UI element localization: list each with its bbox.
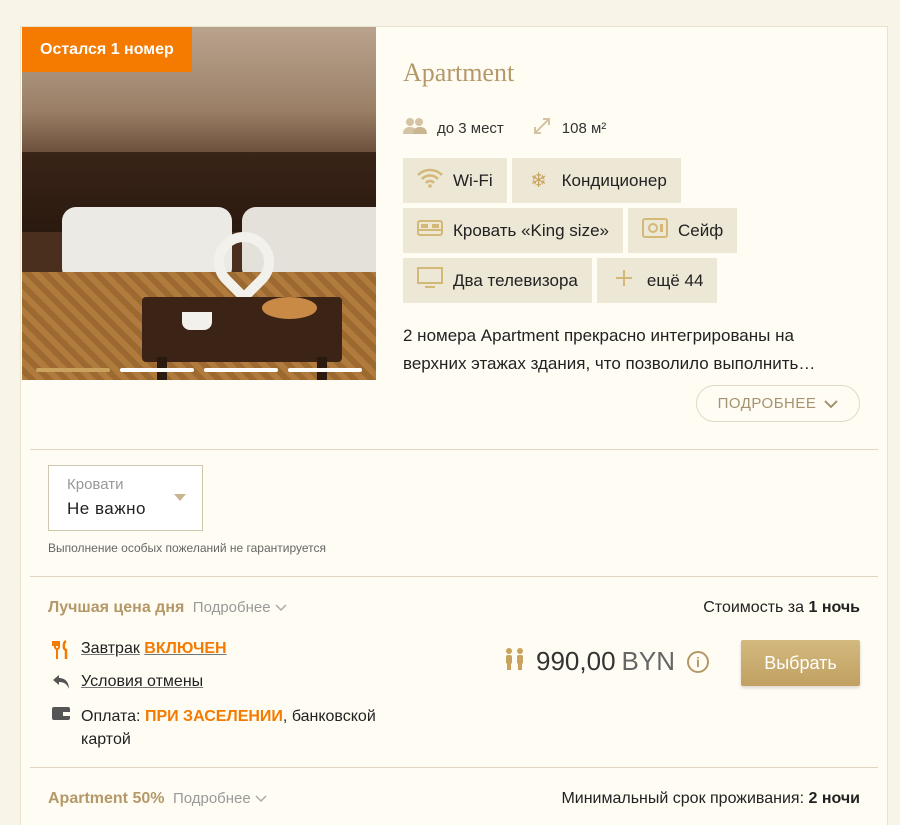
beds-select-label: Кровати [67, 476, 124, 493]
amenity-ac: ❄ Кондиционер [511, 158, 681, 203]
payment-condition: Оплата: ПРИ ЗАСЕЛЕНИИ, банковской картой [50, 705, 376, 751]
photo-cup [182, 312, 212, 330]
price-value: 990,00 [536, 646, 616, 676]
chevron-down-icon [824, 396, 839, 412]
select-button[interactable]: Выбрать [741, 640, 860, 686]
snowflake-icon: ❄ [530, 170, 548, 192]
special-requests-note: Выполнение особых пожеланий не гарантиру… [48, 541, 327, 555]
amenity-bed: Кровать «King size» [403, 208, 623, 253]
wallet-icon [50, 705, 72, 751]
rate-more-link-2[interactable]: Подробнее [173, 790, 267, 807]
amenity-safe: Сейф [628, 208, 738, 253]
room-description: 2 номера Apartment прекрасно интегрирова… [403, 326, 816, 373]
carousel-dot-2[interactable] [120, 368, 194, 372]
photo-croissant [262, 297, 317, 319]
room-capacity: до 3 мест [437, 120, 504, 137]
plus-icon [611, 268, 637, 294]
rate-name-2: Apartment 50% Подробнее [48, 790, 267, 808]
room-meta: до 3 мест 108 м² [403, 116, 606, 141]
room-area: 108 м² [561, 120, 607, 137]
bed-icon [417, 219, 443, 243]
divider [30, 767, 878, 768]
rate-more-link[interactable]: Подробнее [193, 599, 287, 616]
room-photo[interactable] [22, 27, 376, 380]
fork-knife-icon [50, 639, 72, 665]
amenities-row-2: Кровать «King size» Сейф [403, 208, 738, 253]
caret-down-icon [174, 494, 186, 501]
rooms-left-badge: Остался 1 номер [22, 27, 192, 72]
price-block: 990,00 BYN i [504, 646, 709, 677]
carousel-indicators [36, 368, 362, 372]
info-icon[interactable]: i [687, 650, 709, 673]
carousel-dot-1[interactable] [36, 368, 110, 372]
cancellation-condition: Условия отмены [50, 673, 203, 696]
amenities-row-1: Wi-Fi ❄ Кондиционер [403, 158, 681, 203]
wifi-icon [417, 168, 443, 194]
undo-arrow-icon [50, 673, 72, 696]
divider [30, 576, 878, 577]
carousel-dot-4[interactable] [288, 368, 362, 372]
rate-name: Лучшая цена дня Подробнее [48, 599, 287, 617]
room-title: Apartment [403, 58, 515, 87]
cost-per-nights: Стоимость за 1 ночь [703, 599, 860, 616]
area-icon [532, 116, 552, 141]
beds-select-value: Не важно [67, 499, 146, 518]
price-currency: BYN [621, 646, 675, 676]
min-stay: Минимальный срок проживания: 2 ночи [561, 790, 860, 807]
beds-select[interactable]: Кровати Не важно [48, 465, 203, 531]
photo-pillow [62, 207, 232, 282]
tv-icon [417, 266, 443, 295]
amenity-more[interactable]: ещё 44 [596, 258, 718, 303]
breakfast-condition: Завтрак ВКЛЮЧЕН [50, 639, 227, 665]
safe-icon [642, 217, 668, 244]
amenities-row-3: Два телевизора ещё 44 [403, 258, 718, 303]
guests-icon [403, 117, 427, 140]
amenity-tv: Два телевизора [403, 258, 592, 303]
amenity-wifi: Wi-Fi [403, 158, 507, 203]
guests-pair-icon [504, 647, 526, 677]
more-details-button[interactable]: ПОДРОБНЕЕ [696, 385, 860, 422]
carousel-dot-3[interactable] [204, 368, 278, 372]
divider [30, 449, 878, 450]
